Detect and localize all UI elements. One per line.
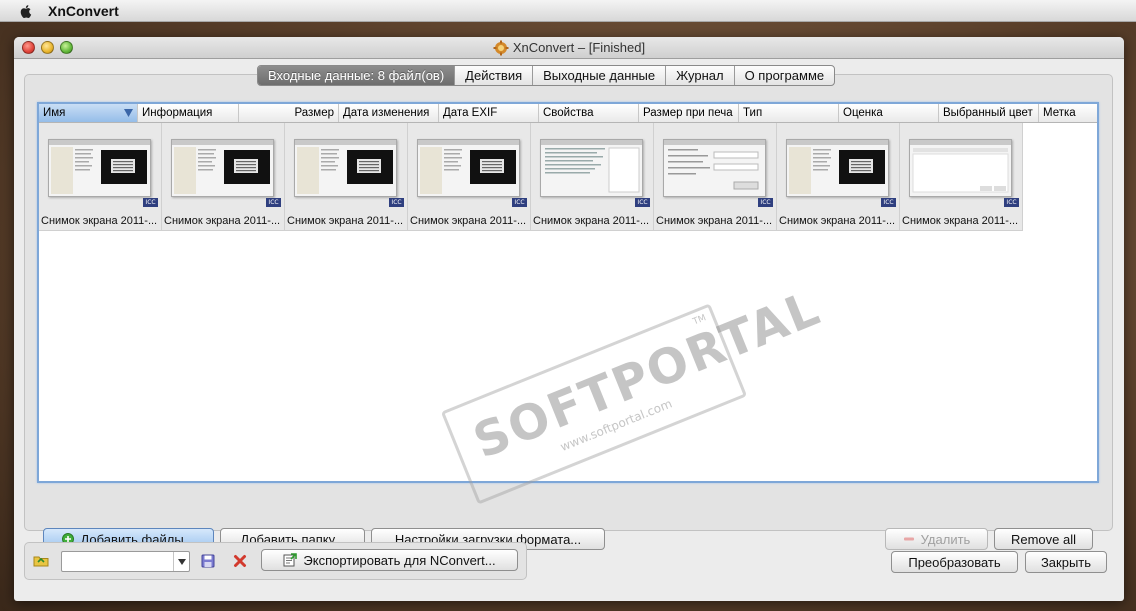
column-rating[interactable]: Оценка [839, 104, 939, 122]
icc-badge: ICC [635, 198, 650, 207]
column-size[interactable]: Размер [239, 104, 339, 122]
tab-input[interactable]: Входные данные: 8 файл(ов) [258, 66, 456, 85]
menu-bar: XnConvert [0, 0, 1136, 22]
file-label: Снимок экрана 2011-... [902, 215, 1019, 227]
file-thumbnail[interactable]: ICC Снимок экрана 2011-... [777, 123, 900, 231]
column-date-modified[interactable]: Дата изменения [339, 104, 439, 122]
file-thumbnail[interactable]: ICC Снимок экрана 2011-... [408, 123, 531, 231]
close-window-button[interactable] [22, 41, 35, 54]
file-thumbnail[interactable]: ICC Снимок экрана 2011-... [531, 123, 654, 231]
file-label: Снимок экрана 2011-... [287, 215, 404, 227]
thumbnail-preview-icon [418, 140, 519, 196]
file-thumbnail[interactable]: ICC Снимок экрана 2011-... [654, 123, 777, 231]
delete-icon[interactable] [233, 554, 247, 568]
column-name[interactable]: Имя [39, 104, 138, 122]
softportal-watermark: SOFTPORTAL www.softportal.com TM [440, 280, 829, 505]
file-thumbnail[interactable]: ICC Снимок экрана 2011-... [285, 123, 408, 231]
thumbnail-preview-icon [664, 140, 765, 196]
window-title: XnConvert – [Finished] [512, 40, 646, 55]
file-label: Снимок экрана 2011-... [41, 215, 158, 227]
file-label: Снимок экрана 2011-... [656, 215, 773, 227]
remove-all-button[interactable]: Remove all [994, 528, 1093, 550]
close-button[interactable]: Закрыть [1025, 551, 1107, 573]
column-color-label[interactable]: Выбранный цвет [939, 104, 1039, 122]
icc-badge: ICC [512, 198, 527, 207]
file-list[interactable]: Имя Информация Размер Дата изменения Дат… [37, 102, 1099, 505]
save-icon[interactable] [201, 554, 215, 568]
input-panel: Имя Информация Размер Дата изменения Дат… [24, 74, 1113, 550]
minus-icon [903, 537, 914, 541]
preset-input[interactable] [62, 552, 172, 571]
main-tabs: Входные данные: 8 файл(ов) Действия Выхо… [257, 65, 836, 86]
file-label: Снимок экрана 2011-... [410, 215, 527, 227]
thumbnail-preview-icon [49, 140, 150, 196]
title-bar[interactable]: XnConvert – [Finished] [14, 37, 1124, 59]
convert-button[interactable]: Преобразовать [891, 551, 1018, 573]
xnconvert-app-icon [493, 40, 509, 55]
export-nconvert-button[interactable]: Экспортировать для NConvert... [261, 549, 518, 571]
chevron-down-icon [177, 558, 186, 565]
preset-combo[interactable] [61, 551, 190, 572]
preset-dropdown-button[interactable] [173, 552, 189, 571]
sort-descending-icon [124, 109, 133, 117]
tab-output[interactable]: Выходные данные [533, 66, 667, 85]
thumbnail-image [48, 139, 151, 197]
window-controls [22, 41, 73, 54]
file-label: Снимок экрана 2011-... [533, 215, 650, 227]
thumbnail-preview-icon [541, 140, 642, 196]
thumbnail-image [663, 139, 766, 197]
tab-about[interactable]: О программе [735, 66, 835, 85]
minimize-window-button[interactable] [41, 41, 54, 54]
menubar-app-name[interactable]: XnConvert [48, 3, 119, 19]
column-info[interactable]: Информация [138, 104, 239, 122]
file-label: Снимок экрана 2011-... [164, 215, 281, 227]
column-print-size[interactable]: Размер при печа [639, 104, 739, 122]
preset-panel: Экспортировать для NConvert... [24, 542, 527, 580]
thumbnail-image [294, 139, 397, 197]
icc-badge: ICC [389, 198, 404, 207]
remove-button[interactable]: Удалить [885, 528, 988, 550]
thumbnail-preview-icon [295, 140, 396, 196]
thumbnail-image [171, 139, 274, 197]
thumbnail-grid: ICC Снимок экрана 2011-... ICC Снимок экран… [39, 123, 1097, 231]
icc-badge: ICC [143, 198, 158, 207]
open-folder-icon[interactable] [33, 553, 49, 569]
column-properties[interactable]: Свойства [539, 104, 639, 122]
file-thumbnail[interactable]: ICC Снимок экрана 2011-... [900, 123, 1023, 231]
column-tag[interactable]: Метка [1039, 104, 1097, 122]
column-date-exif[interactable]: Дата EXIF [439, 104, 539, 122]
app-window: XnConvert – [Finished] Входные данные: 8… [14, 37, 1124, 601]
icc-badge: ICC [1004, 198, 1019, 207]
thumbnail-preview-icon [910, 140, 1011, 196]
apple-icon[interactable] [18, 3, 34, 19]
file-thumbnail[interactable]: ICC Снимок экрана 2011-... [162, 123, 285, 231]
file-thumbnail[interactable]: ICC Снимок экрана 2011-... [39, 123, 162, 231]
icc-badge: ICC [758, 198, 773, 207]
file-label: Снимок экрана 2011-... [779, 215, 896, 227]
thumbnail-image [786, 139, 889, 197]
column-type[interactable]: Тип [739, 104, 839, 122]
tab-log[interactable]: Журнал [666, 66, 735, 85]
export-icon [283, 553, 298, 567]
thumbnail-image [417, 139, 520, 197]
column-header-row: Имя Информация Размер Дата изменения Дат… [39, 104, 1097, 123]
icc-badge: ICC [266, 198, 281, 207]
icc-badge: ICC [881, 198, 896, 207]
zoom-window-button[interactable] [60, 41, 73, 54]
tab-actions[interactable]: Действия [455, 66, 534, 85]
thumbnail-image [909, 139, 1012, 197]
thumbnail-preview-icon [787, 140, 888, 196]
thumbnail-preview-icon [172, 140, 273, 196]
thumbnail-image [540, 139, 643, 197]
